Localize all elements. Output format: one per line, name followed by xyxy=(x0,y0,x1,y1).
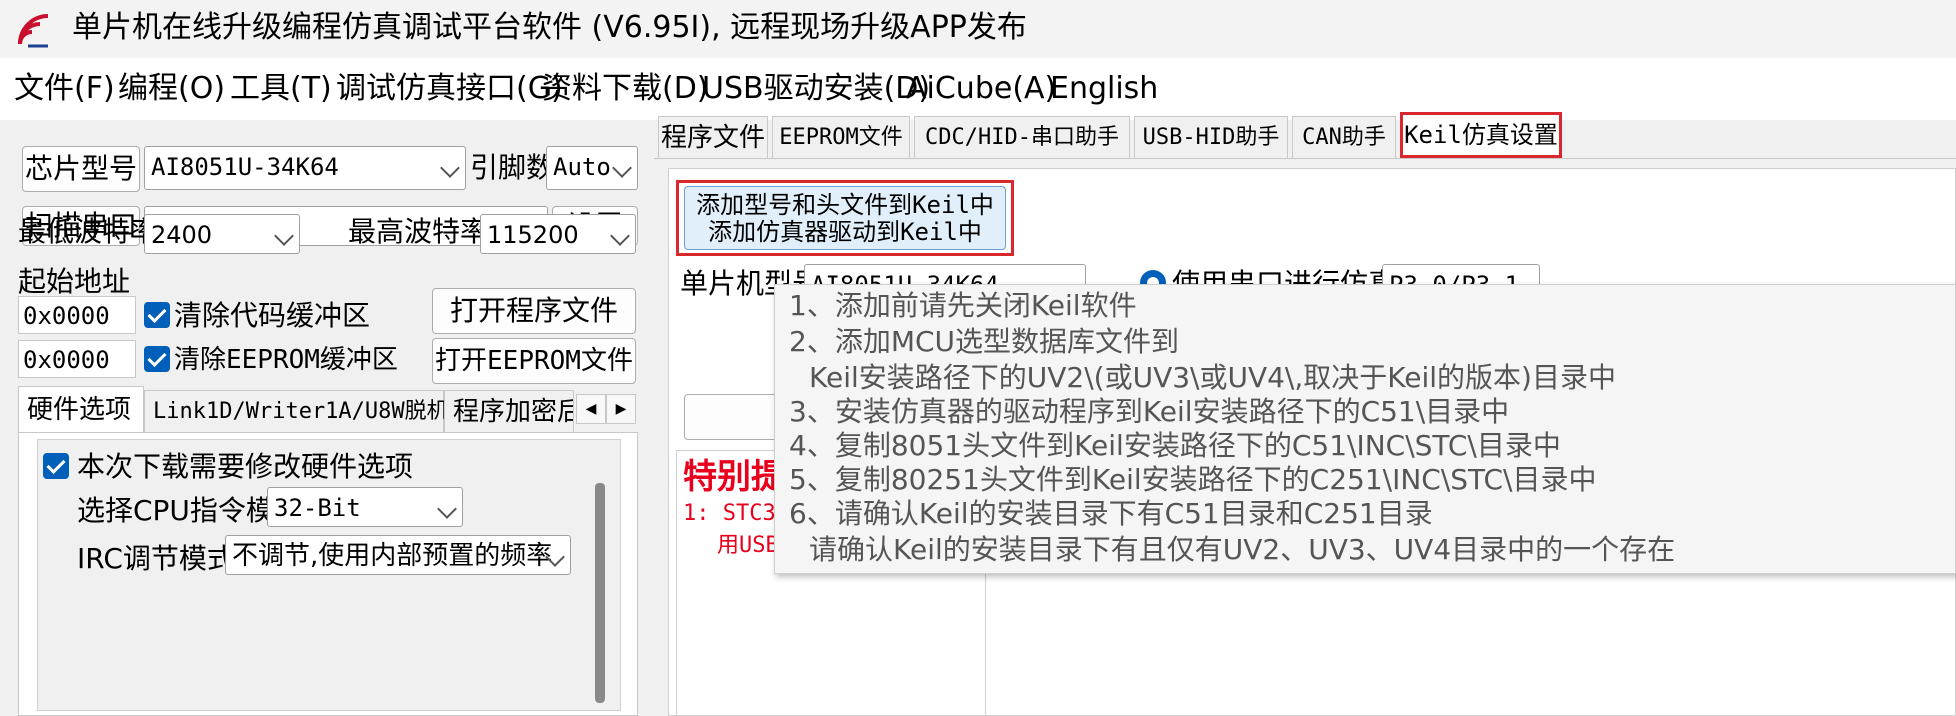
title-bar: 单片机在线升级编程仿真调试平台软件 (V6.95I), 远程现场升级APP发布 xyxy=(0,0,1956,58)
add-to-keil-line1: 添加型号和头文件到Keil中 xyxy=(696,191,994,219)
menu-program[interactable]: 编程(O) xyxy=(118,70,225,108)
stc-logo-icon xyxy=(18,14,49,48)
chip-type-select[interactable]: AI8051U-34K64 xyxy=(144,146,466,190)
add-to-keil-line2: 添加仿真器驱动到Keil中 xyxy=(708,218,982,246)
menu-tools[interactable]: 工具(T) xyxy=(230,70,332,108)
clear-code-buffer-checkbox[interactable] xyxy=(144,302,170,328)
tab-hardware-options[interactable]: 硬件选项 xyxy=(18,386,144,434)
cpu-mode-select[interactable]: 32-Bit xyxy=(267,487,463,527)
clear-eeprom-buffer-label: 清除EEPROM缓冲区 xyxy=(174,345,398,375)
tooltip-line-8: 请确认Keil的安装目录下有且仅有UV2、UV3、UV4目录中的一个存在 xyxy=(809,533,1676,566)
chip-type-value: AI8051U-34K64 xyxy=(151,153,339,181)
start-address-label: 起始地址 xyxy=(18,265,131,298)
tab-offline-writer[interactable]: Link1D/Writer1A/U8W脱机 xyxy=(144,390,449,434)
window-title: 单片机在线升级编程仿真调试平台软件 (V6.95I), 远程现场升级APP发布 xyxy=(72,10,1027,45)
menu-file[interactable]: 文件(F) xyxy=(14,70,115,108)
tooltip-line-5: 4、复制8051头文件到Keil安装路径下的C51\INC\STC\目录中 xyxy=(789,429,1561,462)
tab-program-file[interactable]: 程序文件 xyxy=(658,116,768,158)
add-to-keil-button[interactable]: 添加型号和头文件到Keil中 添加仿真器驱动到Keil中 xyxy=(684,186,1006,250)
tooltip-line-4: 3、安装仿真器的驱动程序到Keil安装路径下的C51\目录中 xyxy=(789,395,1510,428)
tooltip-popup: 1、添加前请先关闭Keil软件 2、添加MCU选型数据库文件到 Keil安装路径… xyxy=(774,284,1956,574)
menu-debug-interface[interactable]: 调试仿真接口(G) xyxy=(336,70,563,108)
min-baud-value: 2400 xyxy=(151,221,213,249)
irc-mode-label: IRC调节模式 xyxy=(77,542,235,575)
chevron-down-icon xyxy=(274,226,294,246)
scrollbar-thumb[interactable] xyxy=(595,483,605,703)
irc-mode-value: 不调节,使用内部预置的频率 xyxy=(232,541,553,571)
pin-count-select[interactable]: Auto xyxy=(546,146,638,190)
notice-title: 特别提 xyxy=(683,457,785,497)
chevron-down-icon xyxy=(610,226,630,246)
chevron-down-icon xyxy=(437,499,457,519)
tooltip-line-1: 1、添加前请先关闭Keil软件 xyxy=(789,289,1137,322)
code-address-input[interactable]: 0x0000 xyxy=(18,296,136,334)
chevron-down-icon xyxy=(612,158,632,178)
tab-encryption[interactable]: 程序加密后 xyxy=(444,390,574,434)
pin-count-value: Auto xyxy=(553,153,611,181)
tab-scroll-left-icon[interactable]: ◀ xyxy=(576,394,606,424)
notice-line-2: 用USB xyxy=(717,533,779,558)
modify-hw-options-label: 本次下载需要修改硬件选项 xyxy=(77,450,414,483)
tab-usb-hid[interactable]: USB-HID助手 xyxy=(1134,116,1288,158)
tab-scroll-right-icon[interactable]: ▶ xyxy=(606,394,636,424)
open-program-button[interactable]: 打开程序文件 xyxy=(432,288,636,334)
cpu-mode-value: 32-Bit xyxy=(274,494,361,522)
min-baud-label: 最低波特率 xyxy=(18,215,159,248)
tab-can[interactable]: CAN助手 xyxy=(1292,116,1396,158)
clear-code-buffer-label: 清除代码缓冲区 xyxy=(174,299,371,332)
modify-hw-options-checkbox[interactable] xyxy=(43,453,69,479)
clear-eeprom-buffer-checkbox[interactable] xyxy=(144,346,170,372)
eeprom-address-input[interactable]: 0x0000 xyxy=(18,340,136,378)
tab-cdc-hid-serial[interactable]: CDC/HID-串口助手 xyxy=(914,116,1130,158)
tooltip-line-2: 2、添加MCU选型数据库文件到 xyxy=(789,325,1180,358)
max-baud-select[interactable]: 115200 xyxy=(480,214,636,254)
pin-count-label: 引脚数 xyxy=(470,151,555,184)
tooltip-line-3: Keil安装路径下的UV2\(或UV3\或UV4\,取决于Keil的版本)目录中 xyxy=(809,361,1616,394)
tab-keil-settings[interactable]: Keil仿真设置 xyxy=(1400,112,1562,158)
menu-downloads[interactable]: 资料下载(D) xyxy=(542,70,709,108)
irc-mode-select[interactable]: 不调节,使用内部预置的频率 xyxy=(225,535,571,575)
tooltip-line-7: 6、请确认Keil的安装目录下有C51目录和C251目录 xyxy=(789,497,1433,530)
hardware-options-panel: 本次下载需要修改硬件选项 选择CPU指令模式 32-Bit IRC调节模式 不调… xyxy=(18,432,638,716)
menu-bar: 文件(F) 编程(O) 工具(T) 调试仿真接口(G) 资料下载(D) USB驱… xyxy=(0,58,1956,120)
chevron-down-icon xyxy=(440,158,460,178)
menu-usb-driver[interactable]: USB驱动安装(D) xyxy=(702,70,930,108)
tab-eeprom-file[interactable]: EEPROM文件 xyxy=(772,116,910,158)
tooltip-line-6: 5、复制80251头文件到Keil安装路径下的C251\INC\STC\目录中 xyxy=(789,463,1597,496)
open-eeprom-button[interactable]: 打开EEPROM文件 xyxy=(432,338,636,384)
menu-english[interactable]: English xyxy=(1050,70,1158,108)
menu-aicube[interactable]: AiCube(A) xyxy=(906,70,1056,108)
min-baud-select[interactable]: 2400 xyxy=(144,214,300,254)
max-baud-value: 115200 xyxy=(487,221,579,249)
chip-type-button[interactable]: 芯片型号 xyxy=(22,146,140,192)
max-baud-label: 最高波特率 xyxy=(348,215,489,248)
